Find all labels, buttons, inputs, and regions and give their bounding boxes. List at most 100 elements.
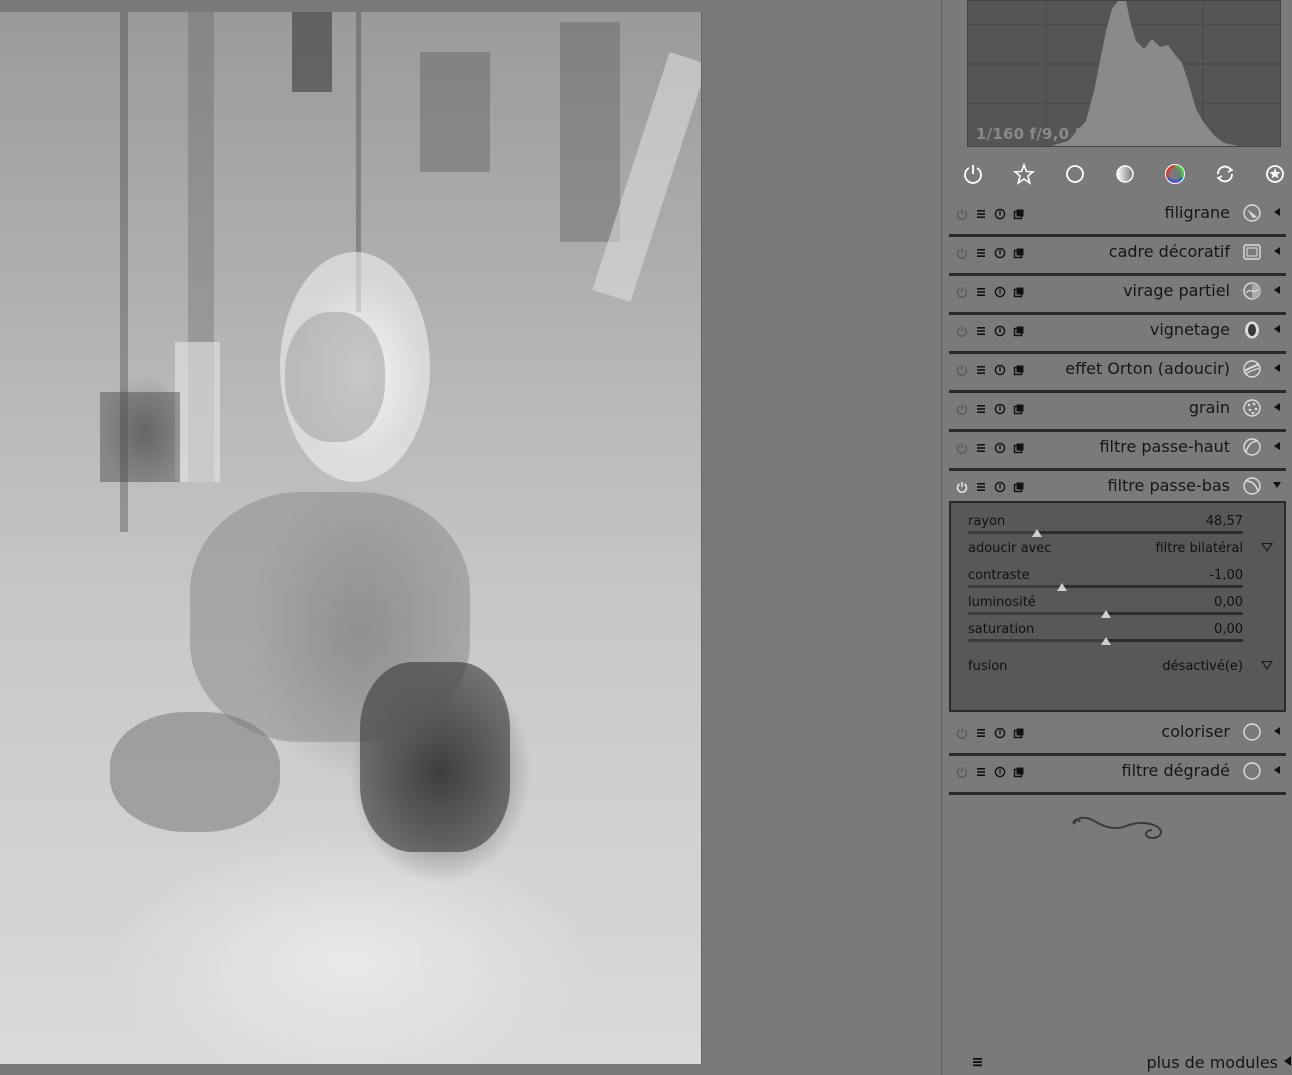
multi-instance-icon[interactable] <box>1009 763 1028 781</box>
module-name: filtre passe-bas <box>1107 476 1231 495</box>
presets-menu-icon[interactable] <box>971 361 990 379</box>
power-icon[interactable] <box>952 763 971 781</box>
histogram[interactable]: 1/160 f/9,0 50mm iso 400 <box>967 0 1281 147</box>
soften-icon <box>1243 360 1261 378</box>
power-icon[interactable] <box>952 244 971 262</box>
adoucir-dropdown[interactable]: adoucir avec filtre bilatéral <box>968 541 1273 559</box>
module-vignetage[interactable]: vignetage <box>949 317 1286 356</box>
module-effet-orton-adoucir-[interactable]: effet Orton (adoucir) <box>949 356 1286 395</box>
group-favorites-tab[interactable] <box>1010 160 1038 188</box>
module-name: grain <box>1188 398 1230 417</box>
chevron-left-icon[interactable] <box>1271 362 1283 374</box>
module-separator <box>949 753 1286 756</box>
chevron-down-icon[interactable] <box>1261 543 1273 552</box>
module-header-buttons <box>952 205 1028 223</box>
chevron-left-icon[interactable] <box>1271 206 1283 218</box>
reset-icon[interactable] <box>990 763 1009 781</box>
chevron-down-icon[interactable] <box>1261 661 1273 670</box>
contraste-slider[interactable]: contraste -1,00 <box>968 568 1243 591</box>
power-icon[interactable] <box>952 400 971 418</box>
saturation-slider[interactable]: saturation 0,00 <box>968 622 1243 645</box>
presets-menu-icon[interactable] <box>971 439 990 457</box>
group-tone-tab[interactable] <box>1111 160 1139 188</box>
power-icon[interactable] <box>952 361 971 379</box>
presets-menu-icon[interactable] <box>971 400 990 418</box>
adoucir-label: adoucir avec <box>968 541 1052 556</box>
chevron-left-icon[interactable] <box>1271 764 1283 776</box>
presets-menu-icon[interactable] <box>971 478 990 496</box>
image-preview[interactable] <box>0 12 702 1064</box>
power-icon[interactable] <box>952 478 971 496</box>
power-icon[interactable] <box>952 205 971 223</box>
multi-instance-icon[interactable] <box>1009 478 1028 496</box>
multi-instance-icon[interactable] <box>1009 724 1028 742</box>
multi-instance-icon[interactable] <box>1009 400 1028 418</box>
group-correct-tab[interactable] <box>1211 160 1239 188</box>
multi-instance-icon[interactable] <box>1009 361 1028 379</box>
fusion-label: fusion <box>968 659 1008 674</box>
reset-icon[interactable] <box>990 361 1009 379</box>
favorite-star-icon <box>1013 163 1035 185</box>
module-filtre-d-grad-[interactable]: filtre dégradé <box>949 758 1286 797</box>
multi-instance-icon[interactable] <box>1009 205 1028 223</box>
reset-icon[interactable] <box>990 205 1009 223</box>
chevron-left-icon[interactable] <box>1284 1056 1291 1066</box>
module-coloriser[interactable]: coloriser <box>949 719 1286 758</box>
presets-menu-icon[interactable] <box>971 205 990 223</box>
chevron-left-icon[interactable] <box>1271 725 1283 737</box>
rayon-handle[interactable] <box>1031 529 1042 537</box>
rayon-value: 48,57 <box>1205 514 1243 529</box>
rayon-slider[interactable]: rayon 48,57 <box>968 514 1243 537</box>
chevron-left-icon[interactable] <box>1271 245 1283 257</box>
reset-icon[interactable] <box>990 439 1009 457</box>
saturation-fill <box>968 639 1106 642</box>
multi-instance-icon[interactable] <box>1009 283 1028 301</box>
color-wheel-icon <box>1165 164 1185 184</box>
module-separator <box>949 792 1286 795</box>
module-virage-partiel[interactable]: virage partiel <box>949 278 1286 317</box>
module-filtre-passe-haut[interactable]: filtre passe-haut <box>949 434 1286 473</box>
power-icon[interactable] <box>952 283 971 301</box>
module-separator <box>949 429 1286 432</box>
fusion-dropdown[interactable]: fusion désactivé(e) <box>968 659 1273 677</box>
more-modules-button[interactable]: plus de modules <box>1146 1053 1278 1072</box>
multi-instance-icon[interactable] <box>1009 322 1028 340</box>
group-active-tab[interactable] <box>959 160 987 188</box>
presets-menu-icon[interactable] <box>971 724 990 742</box>
presets-menu-icon[interactable] <box>971 763 990 781</box>
reset-icon[interactable] <box>990 400 1009 418</box>
power-icon[interactable] <box>952 439 971 457</box>
group-effects-tab[interactable] <box>1261 160 1289 188</box>
chevron-left-icon[interactable] <box>1271 284 1283 296</box>
presets-menu-icon[interactable] <box>971 322 990 340</box>
chevron-left-icon[interactable] <box>1271 323 1283 335</box>
reset-icon[interactable] <box>990 478 1009 496</box>
group-basic-tab[interactable] <box>1061 160 1089 188</box>
chevron-down-icon[interactable] <box>1271 479 1283 491</box>
swirl-ornament-icon <box>1072 816 1162 840</box>
saturation-handle[interactable] <box>1100 637 1111 645</box>
luminosite-slider[interactable]: luminosité 0,00 <box>968 595 1243 618</box>
presets-menu-icon[interactable] <box>971 283 990 301</box>
module-separator <box>949 312 1286 315</box>
contraste-handle[interactable] <box>1056 583 1067 591</box>
power-icon[interactable] <box>952 322 971 340</box>
module-grain[interactable]: grain <box>949 395 1286 434</box>
chevron-left-icon[interactable] <box>1271 440 1283 452</box>
power-icon[interactable] <box>952 724 971 742</box>
group-color-tab[interactable] <box>1161 160 1189 188</box>
multi-instance-icon[interactable] <box>1009 439 1028 457</box>
module-separator <box>949 468 1286 471</box>
module-cadre-d-coratif[interactable]: cadre décoratif <box>949 239 1286 278</box>
reset-icon[interactable] <box>990 244 1009 262</box>
module-name: effet Orton (adoucir) <box>1065 359 1230 378</box>
reset-icon[interactable] <box>990 283 1009 301</box>
presets-menu-icon[interactable] <box>971 244 990 262</box>
multi-instance-icon[interactable] <box>1009 244 1028 262</box>
reset-icon[interactable] <box>990 322 1009 340</box>
hamburger-icon[interactable] <box>972 1056 984 1068</box>
module-filigrane[interactable]: filigrane <box>949 200 1286 239</box>
luminosite-handle[interactable] <box>1100 610 1111 618</box>
reset-icon[interactable] <box>990 724 1009 742</box>
chevron-left-icon[interactable] <box>1271 401 1283 413</box>
